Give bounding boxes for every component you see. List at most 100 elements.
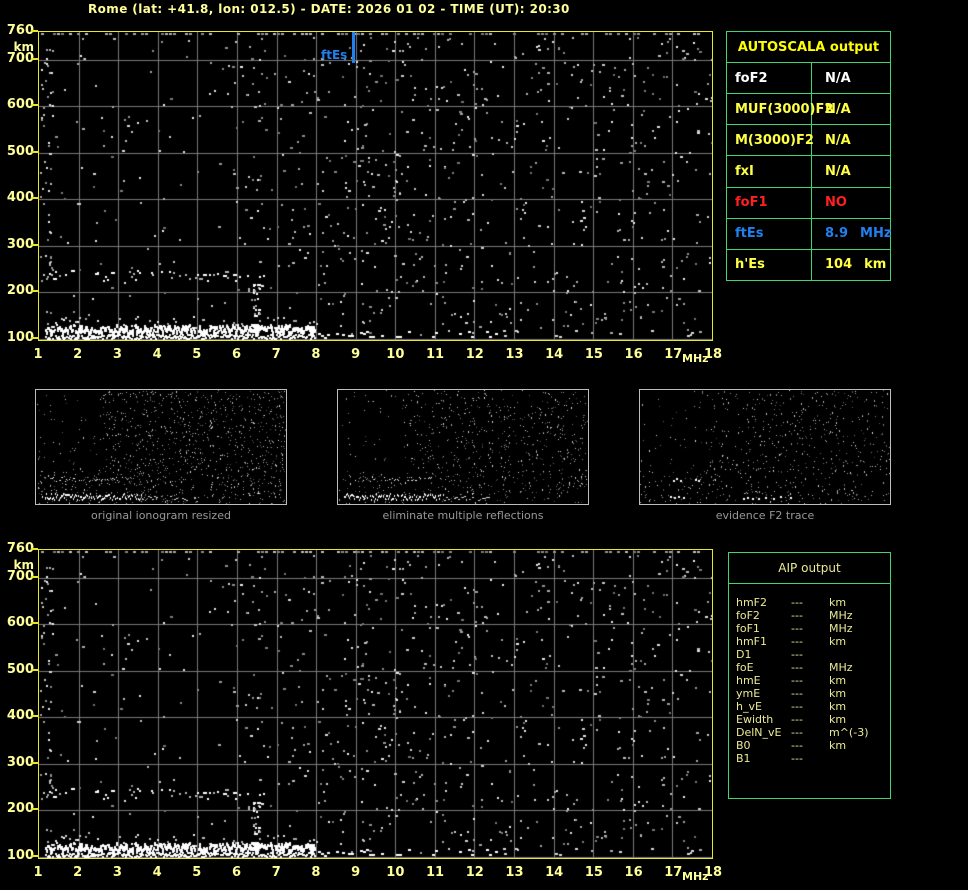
row-value-cell: NO bbox=[812, 188, 890, 218]
row-label: M(3000)F2 bbox=[727, 125, 812, 155]
x-tick-label: 4 bbox=[142, 347, 172, 362]
y-tick-label: 400 bbox=[0, 709, 34, 723]
row-value: --- bbox=[791, 674, 829, 687]
x-tick-label: 6 bbox=[222, 865, 252, 880]
x-tick-label: 13 bbox=[499, 347, 529, 362]
y-tick-label: 700 bbox=[0, 570, 34, 584]
table-row: MUF(3000)F2N/A bbox=[727, 94, 890, 125]
y-axis-unit: km bbox=[0, 558, 34, 572]
table-row: foF2 N/A bbox=[727, 63, 890, 94]
x-tick-label: 13 bbox=[499, 865, 529, 880]
row-value: N/A bbox=[825, 102, 851, 117]
table-row: DelN_vE---m^(-3) bbox=[729, 726, 890, 739]
row-value: --- bbox=[791, 739, 829, 752]
row-value: N/A bbox=[825, 71, 851, 86]
y-tick-label: 400 bbox=[0, 191, 34, 205]
row-value-cell: 8.9MHz bbox=[812, 219, 891, 249]
row-label: foF2 bbox=[729, 609, 791, 622]
row-value: --- bbox=[791, 661, 829, 674]
autoscala-output-table: AUTOSCALA output foF2N/AMUF(3000)F2N/AM(… bbox=[726, 31, 891, 281]
row-unit: MHz bbox=[829, 609, 890, 622]
y-tick-mark bbox=[31, 290, 38, 292]
y-tick-label: 500 bbox=[0, 145, 34, 159]
x-tick-label: 12 bbox=[460, 347, 490, 362]
table-row: B1--- bbox=[729, 752, 890, 765]
row-value: --- bbox=[791, 713, 829, 726]
y-tick-mark bbox=[31, 197, 38, 199]
x-tick-label: 10 bbox=[380, 865, 410, 880]
y-tick-mark bbox=[31, 576, 38, 578]
row-value-cell: N/A bbox=[812, 156, 890, 186]
row-label: foE bbox=[729, 661, 791, 674]
x-tick-label: 15 bbox=[579, 865, 609, 880]
row-label: ymE bbox=[729, 687, 791, 700]
row-label: B0 bbox=[729, 739, 791, 752]
row-label: foF1 bbox=[727, 188, 812, 218]
row-value: --- bbox=[791, 596, 829, 609]
y-tick-label: 100 bbox=[0, 849, 34, 863]
y-tick-mark bbox=[31, 30, 38, 32]
thumbnail-evidence-canvas bbox=[640, 390, 890, 504]
y-tick-mark bbox=[31, 337, 38, 339]
table-row: ymE---km bbox=[729, 687, 890, 700]
y-axis-unit: km bbox=[0, 40, 34, 54]
row-value: N/A bbox=[825, 164, 851, 179]
x-tick-label: 7 bbox=[261, 865, 291, 880]
y-tick-mark bbox=[31, 104, 38, 106]
x-tick-label: 12 bbox=[460, 865, 490, 880]
row-label: h_vE bbox=[729, 700, 791, 713]
y-tick-mark bbox=[31, 669, 38, 671]
x-tick-label: 6 bbox=[222, 347, 252, 362]
y-tick-label: 300 bbox=[0, 238, 34, 252]
ftes-marker-label: ftEs bbox=[321, 48, 347, 62]
thumbnail-eliminate-canvas bbox=[338, 390, 588, 504]
row-label: ftEs bbox=[727, 219, 812, 249]
y-tick-label: 300 bbox=[0, 756, 34, 770]
row-label: h'Es bbox=[727, 250, 812, 280]
row-unit: MHz bbox=[829, 661, 890, 674]
x-tick-label: 2 bbox=[63, 865, 93, 880]
row-value: 104 bbox=[825, 257, 852, 272]
row-label: hmF1 bbox=[729, 635, 791, 648]
x-tick-label: 9 bbox=[341, 347, 371, 362]
y-tick-label: 700 bbox=[0, 52, 34, 66]
y-tick-label: 600 bbox=[0, 616, 34, 630]
row-label: foF1 bbox=[729, 622, 791, 635]
x-tick-label: 16 bbox=[619, 865, 649, 880]
thumbnail-caption: eliminate multiple reflections bbox=[337, 509, 589, 522]
y-tick-label: 760 bbox=[0, 542, 34, 556]
x-tick-label: 3 bbox=[102, 347, 132, 362]
autoscala-table-title: AUTOSCALA output bbox=[727, 32, 890, 63]
y-tick-mark bbox=[31, 715, 38, 717]
y-tick-label: 500 bbox=[0, 663, 34, 677]
thumbnail-eliminate-reflections bbox=[337, 389, 589, 505]
thumbnail-evidence-f2 bbox=[639, 389, 891, 505]
x-tick-label: 16 bbox=[619, 347, 649, 362]
x-tick-label: 11 bbox=[420, 347, 450, 362]
aip-output-table: AIP output hmF2---kmfoF2---MHzfoF1---MHz… bbox=[728, 552, 891, 799]
row-value: --- bbox=[791, 726, 829, 739]
y-tick-mark bbox=[31, 762, 38, 764]
row-unit: km bbox=[829, 635, 890, 648]
row-label: foF2 bbox=[727, 63, 812, 93]
x-axis-unit: MHz bbox=[682, 870, 709, 883]
x-tick-label: 5 bbox=[182, 347, 212, 362]
table-row: ftEs8.9MHz bbox=[727, 219, 890, 250]
thumbnail-caption: original ionogram resized bbox=[35, 509, 287, 522]
row-value-cell: N/A bbox=[812, 63, 890, 93]
row-value: --- bbox=[791, 609, 829, 622]
x-tick-label: 8 bbox=[301, 347, 331, 362]
table-row: foF1NO bbox=[727, 188, 890, 219]
thumbnail-caption: evidence F2 trace bbox=[639, 509, 891, 522]
x-tick-label: 8 bbox=[301, 865, 331, 880]
table-row: h'Es104km bbox=[727, 250, 890, 280]
row-value: --- bbox=[791, 752, 829, 765]
ftes-marker-line bbox=[352, 32, 355, 63]
table-row: foF2---MHz bbox=[729, 609, 890, 622]
table-row: hmF2---km bbox=[729, 596, 890, 609]
table-row: D1--- bbox=[729, 648, 890, 661]
row-label: B1 bbox=[729, 752, 791, 765]
row-value-cell: N/A bbox=[812, 125, 890, 155]
row-value: --- bbox=[791, 700, 829, 713]
aip-ionogram-plot bbox=[38, 549, 713, 859]
